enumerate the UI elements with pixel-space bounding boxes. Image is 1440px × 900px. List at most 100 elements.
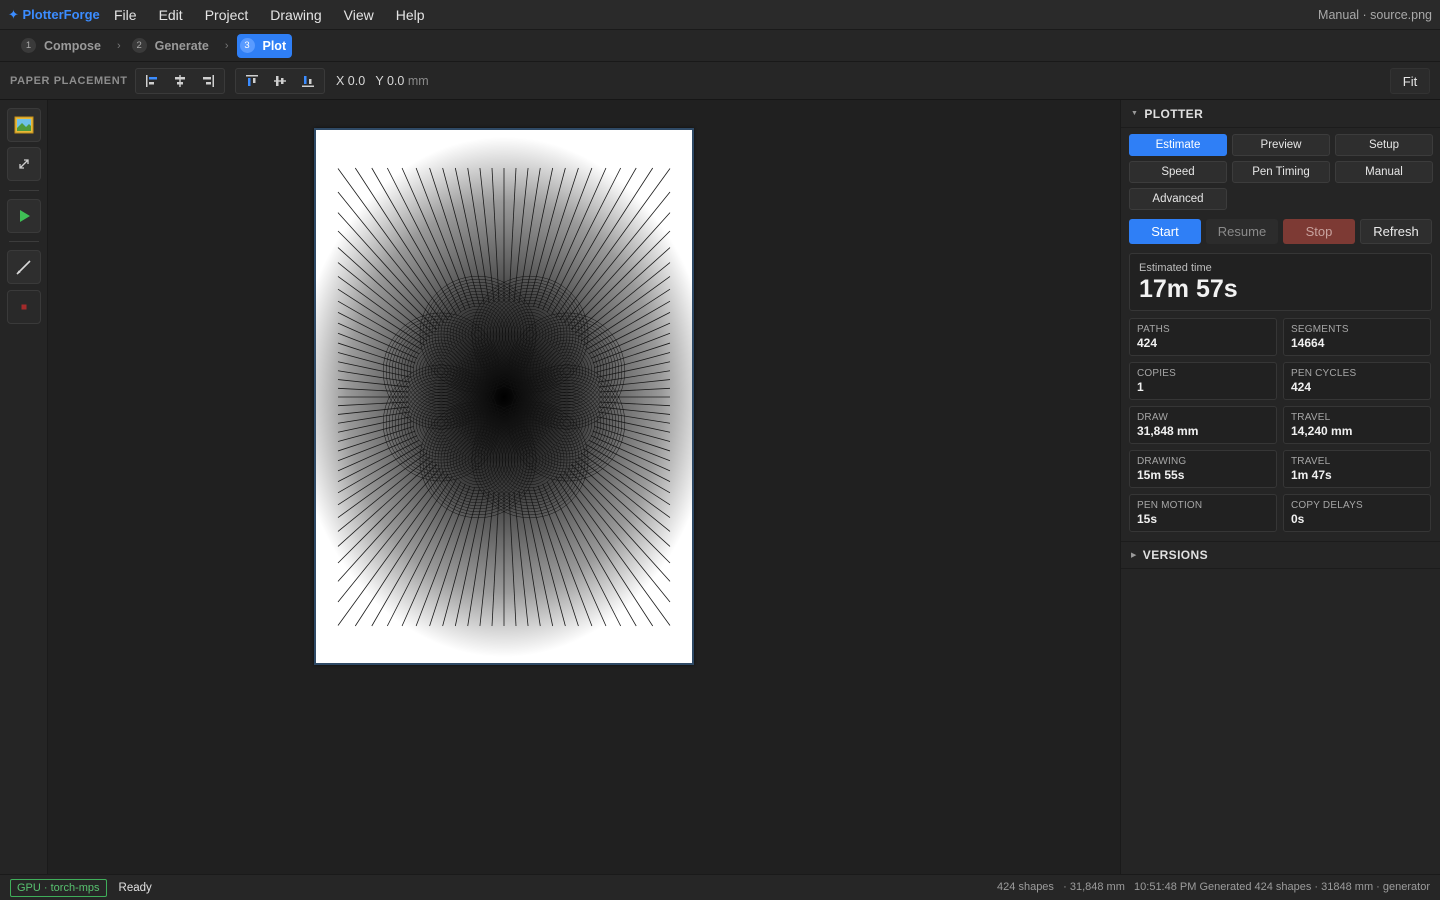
paper-sheet[interactable] <box>314 128 694 665</box>
stat-copy-delays: COPY DELAYS 0s <box>1283 494 1431 532</box>
stat-pen-cycles: PEN CYCLES 424 <box>1283 362 1431 400</box>
caret-down-icon: ▼ <box>1131 110 1139 117</box>
align-left-icon[interactable] <box>138 70 166 92</box>
step-number: 2 <box>131 38 147 53</box>
stat-segments: SEGMENTS 14664 <box>1283 318 1431 356</box>
stat-label: TRAVEL <box>1291 456 1331 467</box>
tab-pen-timing[interactable]: Pen Timing <box>1232 161 1330 183</box>
step-label: Plot <box>262 38 287 53</box>
paper-placement-toolbar: PAPER PLACEMENT X 0.0 Y 0.0 mm Fit <box>0 62 1440 100</box>
status-length: · 31,848 mm <box>1063 881 1125 893</box>
estimated-time-label: Estimated time <box>1139 262 1212 274</box>
stat-draw: DRAW 31,848 mm <box>1129 406 1277 444</box>
gpu-badge: GPU · torch-mps <box>10 878 107 897</box>
stat-value: 31,848 mm <box>1137 424 1199 438</box>
align-right-icon[interactable] <box>194 70 222 92</box>
align-middle-v-icon[interactable] <box>266 70 294 92</box>
image-icon[interactable] <box>7 108 41 142</box>
stat-copies: COPIES 1 <box>1129 362 1277 400</box>
plotter-tabs: Estimate Preview Setup Speed Pen Timing … <box>1129 134 1433 210</box>
placement-coordinates: X 0.0 Y 0.0 mm <box>336 74 429 88</box>
step-number: 3 <box>239 38 255 53</box>
plot-controls: Start Resume Stop Refresh <box>1129 219 1437 244</box>
stat-value: 14,240 mm <box>1291 424 1353 438</box>
tab-speed[interactable]: Speed <box>1129 161 1227 183</box>
menu-help[interactable]: Help <box>396 7 425 23</box>
align-bottom-icon[interactable] <box>294 70 322 92</box>
x-offset-value[interactable]: X 0.0 <box>336 74 365 88</box>
stat-label: COPY DELAYS <box>1291 500 1363 511</box>
estimated-time-card: Estimated time 17m 57s <box>1129 253 1432 311</box>
horizontal-align-group <box>135 67 225 94</box>
align-top-icon[interactable] <box>238 70 266 92</box>
stat-value: 15m 55s <box>1137 468 1185 482</box>
menu-view[interactable]: View <box>344 7 374 23</box>
versions-section-title: VERSIONS <box>1142 548 1209 562</box>
workflow-steps: 1 Compose › 2 Generate › 3 Plot <box>0 30 1440 62</box>
menu-bar: ✦ PlotterForge File Edit Project Drawing… <box>0 0 1440 30</box>
stat-value: 0s <box>1291 512 1305 526</box>
status-bar: GPU · torch-mps Ready 424 shapes · 31,84… <box>0 874 1440 900</box>
stat-value: 14664 <box>1291 336 1325 350</box>
right-panel: ▼ PLOTTER Estimate Preview Setup Speed P… <box>1120 100 1440 874</box>
stop-button[interactable]: Stop <box>1283 219 1355 244</box>
tab-manual[interactable]: Manual <box>1335 161 1433 183</box>
status-summary: 424 shapes · 31,848 mm 10:51:48 PM Gener… <box>997 881 1430 893</box>
stat-paths: PATHS 424 <box>1129 318 1277 356</box>
versions-section-header[interactable]: ▶ VERSIONS <box>1121 541 1440 569</box>
chevron-right-icon: › <box>116 39 121 52</box>
stat-travel-time: TRAVEL 1m 47s <box>1283 450 1431 488</box>
stop-square-icon[interactable] <box>7 290 41 324</box>
paper-placement-label: PAPER PLACEMENT <box>10 74 128 87</box>
menu-edit[interactable]: Edit <box>159 7 183 23</box>
refresh-button[interactable]: Refresh <box>1360 219 1432 244</box>
rail-divider <box>9 190 39 191</box>
rail-divider <box>9 241 39 242</box>
tool-rail <box>0 100 48 874</box>
estimated-time-value: 17m 57s <box>1139 275 1238 303</box>
stat-label: PEN CYCLES <box>1291 368 1357 379</box>
menu-project[interactable]: Project <box>205 7 249 23</box>
chevron-right-icon: › <box>224 39 229 52</box>
step-compose[interactable]: 1 Compose <box>18 34 107 58</box>
stat-label: PATHS <box>1137 324 1170 335</box>
tab-setup[interactable]: Setup <box>1335 134 1433 156</box>
fit-button[interactable]: Fit <box>1390 68 1430 94</box>
stat-value: 1m 47s <box>1291 468 1332 482</box>
resize-icon[interactable] <box>7 147 41 181</box>
stat-label: TRAVEL <box>1291 412 1331 423</box>
start-button[interactable]: Start <box>1129 219 1201 244</box>
stat-label: PEN MOTION <box>1137 500 1203 511</box>
align-center-h-icon[interactable] <box>166 70 194 92</box>
stat-value: 15s <box>1137 512 1158 526</box>
plotter-section-header[interactable]: ▼ PLOTTER <box>1121 100 1440 128</box>
resume-button[interactable]: Resume <box>1206 219 1278 244</box>
pen-icon[interactable] <box>7 250 41 284</box>
tab-estimate[interactable]: Estimate <box>1129 134 1227 156</box>
tab-preview[interactable]: Preview <box>1232 134 1330 156</box>
stat-pen-motion: PEN MOTION 15s <box>1129 494 1277 532</box>
stat-label: DRAW <box>1137 412 1168 423</box>
menu-drawing[interactable]: Drawing <box>270 7 321 23</box>
plot-canvas[interactable] <box>48 100 1120 874</box>
stat-drawing-time: DRAWING 15m 55s <box>1129 450 1277 488</box>
y-offset-value[interactable]: Y 0.0 <box>375 74 404 88</box>
plot-artwork <box>316 137 692 657</box>
step-plot[interactable]: 3 Plot <box>236 33 293 58</box>
status-ready: Ready <box>118 881 152 894</box>
plotter-section-title: PLOTTER <box>1144 106 1204 121</box>
status-shapes: 424 shapes <box>997 881 1054 893</box>
step-generate[interactable]: 2 Generate <box>129 34 215 58</box>
stat-label: DRAWING <box>1137 456 1187 467</box>
step-label: Generate <box>154 38 209 53</box>
step-number: 1 <box>21 38 36 53</box>
menu-file[interactable]: File <box>114 7 137 23</box>
stat-value: 1 <box>1137 380 1144 394</box>
stat-value: 424 <box>1291 380 1312 394</box>
play-icon[interactable] <box>7 199 41 233</box>
app-brand: ✦ PlotterForge <box>8 6 100 22</box>
tab-advanced[interactable]: Advanced <box>1129 188 1227 210</box>
stat-label: COPIES <box>1137 368 1176 379</box>
stats-grid: PATHS 424 SEGMENTS 14664 COPIES 1 PEN CYCLE… <box>1129 318 1432 532</box>
stat-travel-distance: TRAVEL 14,240 mm <box>1283 406 1431 444</box>
